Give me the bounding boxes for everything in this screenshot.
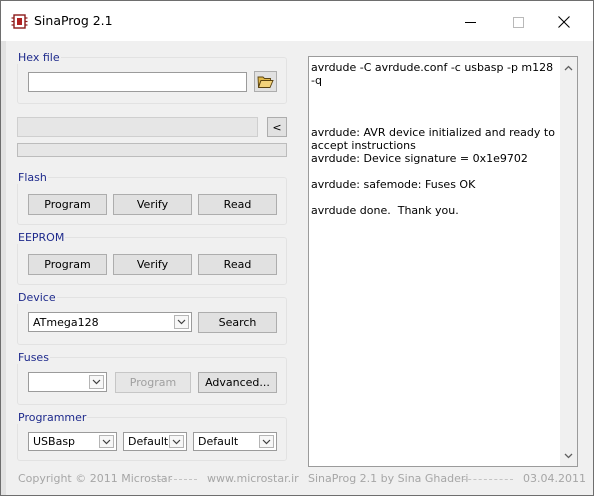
hex-file-legend: Hex file: [18, 51, 60, 64]
scroll-down-button[interactable]: [560, 447, 577, 464]
chevron-down-icon[interactable]: [259, 435, 274, 448]
collapse-button[interactable]: <: [267, 117, 287, 137]
console-text: avrdude -C avrdude.conf -c usbasp -p m12…: [311, 61, 555, 217]
chip-icon: [11, 14, 28, 29]
fuses-program-button: Program: [115, 372, 191, 393]
close-icon: [558, 16, 570, 28]
console-output[interactable]: avrdude -C avrdude.conf -c usbasp -p m12…: [308, 56, 578, 467]
folder-open-icon: [257, 76, 274, 88]
website-text: www.microstar.ir: [207, 472, 299, 485]
device-search-button[interactable]: Search: [198, 312, 277, 333]
chevron-down-icon[interactable]: [169, 435, 184, 448]
eeprom-program-button[interactable]: Program: [28, 254, 107, 275]
status-box: [17, 117, 258, 137]
flash-read-button[interactable]: Read: [198, 194, 277, 215]
programmer-type-select[interactable]: USBasp: [28, 432, 117, 451]
fuses-select[interactable]: [28, 372, 107, 392]
sinaprog-window: SinaProg 2.1 Hex file < Flash Program Ve…: [0, 0, 594, 496]
device-select-value: ATmega128: [33, 315, 99, 329]
programmer-port-value: Default: [128, 435, 169, 448]
chevron-down-icon[interactable]: [89, 375, 104, 389]
chevron-down-icon: [564, 453, 573, 458]
author-text: SinaProg 2.1 by Sina Ghaderi: [308, 472, 469, 485]
title-bar[interactable]: SinaProg 2.1: [1, 1, 593, 41]
programmer-speed-select[interactable]: Default: [193, 432, 277, 451]
scroll-up-button[interactable]: [560, 59, 577, 76]
chevron-up-icon: [564, 65, 573, 70]
close-button[interactable]: [541, 7, 587, 37]
flash-program-button[interactable]: Program: [28, 194, 107, 215]
programmer-legend: Programmer: [18, 411, 87, 424]
eeprom-read-button[interactable]: Read: [198, 254, 277, 275]
flash-verify-button[interactable]: Verify: [113, 194, 192, 215]
window-title: SinaProg 2.1: [34, 13, 113, 28]
eeprom-legend: EEPROM: [18, 231, 65, 244]
programmer-port-select[interactable]: Default: [123, 432, 187, 451]
console-scrollbar[interactable]: [560, 57, 577, 466]
programmer-type-value: USBasp: [33, 435, 76, 448]
programmer-speed-value: Default: [198, 435, 239, 448]
copyright-text: Copyright © 2011 Microstar: [18, 472, 173, 485]
date-text: 03.04.2011: [523, 472, 586, 485]
progress-bar: [17, 143, 287, 157]
divider: [159, 479, 197, 480]
chevron-down-icon[interactable]: [99, 435, 114, 448]
minimize-icon: [464, 21, 476, 23]
device-legend: Device: [18, 291, 56, 304]
fuses-legend: Fuses: [18, 351, 49, 364]
hex-file-input[interactable]: [28, 72, 247, 92]
open-hex-file-button[interactable]: [254, 71, 277, 92]
chevron-down-icon[interactable]: [174, 315, 189, 329]
left-border: [1, 41, 6, 495]
minimize-button[interactable]: [447, 7, 493, 37]
maximize-icon: [512, 16, 524, 28]
fuses-advanced-button[interactable]: Advanced...: [198, 372, 277, 393]
divider: [463, 479, 513, 480]
maximize-button[interactable]: [495, 7, 541, 37]
flash-legend: Flash: [18, 171, 47, 184]
device-select[interactable]: ATmega128: [28, 312, 192, 332]
eeprom-verify-button[interactable]: Verify: [113, 254, 192, 275]
